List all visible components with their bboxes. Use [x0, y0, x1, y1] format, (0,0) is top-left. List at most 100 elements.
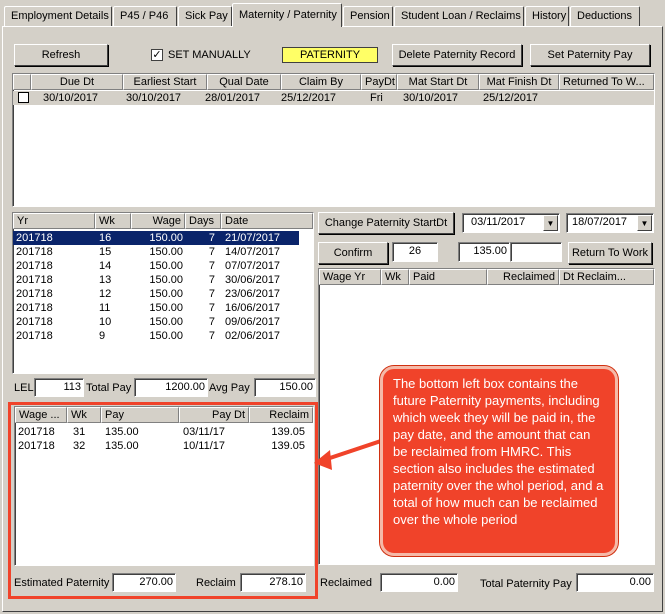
earnings-yr-cell: 201718	[16, 288, 53, 300]
due-dt-cell: 30/10/2017	[43, 92, 99, 104]
total-paternity-pay-label: Total Paternity Pay	[480, 578, 572, 590]
avg-pay-field[interactable]: 150.00	[254, 378, 316, 397]
earnings-yr-cell: 201718	[16, 302, 53, 314]
chevron-down-icon[interactable]: ▼	[543, 215, 558, 231]
payments-header-wage-yr[interactable]: Wage Yr	[319, 269, 381, 285]
tab-p45-p46[interactable]: P45 / P46	[113, 6, 177, 26]
grid-header-qual-date[interactable]: Qual Date	[207, 74, 281, 90]
table-row[interactable]: 201718 11 150.00 7 16/06/2017	[13, 301, 313, 315]
payments-header-paid[interactable]: Paid	[409, 269, 487, 285]
start-date-picker[interactable]: 03/11/2017 ▼	[462, 213, 560, 233]
payments-header-reclaimed[interactable]: Reclaimed	[487, 269, 559, 285]
chevron-down-icon[interactable]: ▼	[637, 215, 652, 231]
earnings-wk-cell: 10	[99, 316, 112, 328]
table-row[interactable]: 201718 16 150.00 7 21/07/2017	[13, 231, 299, 245]
earnings-yr-cell: 201718	[16, 274, 53, 286]
set-manually-checkbox[interactable]: ✓	[151, 49, 163, 61]
record-type-badge: PATERNITY	[282, 47, 378, 63]
grid-header-mat-finish-dt[interactable]: Mat Finish Dt	[479, 74, 559, 90]
set-paternity-pay-button[interactable]: Set Paternity Pay	[530, 44, 650, 66]
delete-paternity-record-button[interactable]: Delete Paternity Record	[392, 44, 522, 66]
start-date-value: 03/11/2017	[471, 216, 526, 228]
tab-history[interactable]: History	[525, 6, 569, 26]
total-paternity-pay-field[interactable]: 0.00	[576, 573, 654, 592]
earnings-wage-cell: 150.00	[149, 246, 183, 258]
grid-header-mat-start-dt[interactable]: Mat Start Dt	[397, 74, 479, 90]
earnings-days-cell: 7	[208, 260, 215, 272]
payments-header-dt-reclaimed[interactable]: Dt Reclaim...	[559, 269, 654, 285]
refresh-button[interactable]: Refresh	[14, 44, 108, 66]
reclaimed-field[interactable]: 0.00	[380, 573, 458, 592]
earnings-wage-cell: 150.00	[149, 232, 183, 244]
table-row[interactable]: 201718 12 150.00 7 23/06/2017	[13, 287, 313, 301]
earnings-days-cell: 7	[208, 330, 215, 342]
change-paternity-startdt-button[interactable]: Change Paternity StartDt	[318, 212, 454, 234]
earnings-header-days[interactable]: Days	[185, 213, 221, 229]
annotation-callout: The bottom left box contains the future …	[380, 366, 618, 556]
earnings-wk-cell: 9	[99, 330, 106, 342]
earnings-wage-cell: 150.00	[149, 260, 183, 272]
tab-employment-details[interactable]: Employment Details	[4, 6, 112, 26]
table-row[interactable]: 201718 13 150.00 7 30/06/2017	[13, 273, 313, 287]
confirm-button[interactable]: Confirm	[318, 242, 388, 264]
earnings-days-cell: 7	[208, 246, 215, 258]
set-manually-label: SET MANUALLY	[168, 49, 251, 61]
total-pay-field[interactable]: 1200.00	[134, 378, 208, 397]
earnings-header-yr[interactable]: Yr	[13, 213, 95, 229]
grid-header-earliest-start[interactable]: Earliest Start	[123, 74, 207, 90]
payments-header-wk[interactable]: Wk	[381, 269, 409, 285]
earnings-yr-cell: 201718	[16, 260, 53, 272]
tab-maternity-paternity[interactable]: Maternity / Paternity	[232, 3, 342, 27]
weekly-rate-field[interactable]: 135.00	[458, 242, 510, 262]
grid-header-returned-to-work[interactable]: Returned To W...	[559, 74, 654, 90]
lel-label: LEL	[14, 382, 34, 394]
earnings-yr-cell: 201718	[16, 246, 53, 258]
qual-date-cell: 28/01/2017	[205, 92, 261, 104]
lel-field[interactable]: 113	[34, 378, 84, 397]
earnings-wage-cell: 150.00	[149, 302, 183, 314]
table-row[interactable]: 201718 14 150.00 7 07/07/2017	[13, 259, 313, 273]
table-row[interactable]: 30/10/2017 30/10/2017 28/01/2017 25/12/2…	[13, 91, 654, 105]
return-to-work-button[interactable]: Return To Work	[568, 242, 652, 264]
earnings-date-cell: 21/07/2017	[225, 232, 281, 244]
earnings-header-wage[interactable]: Wage	[131, 213, 185, 229]
highlight-frame	[8, 402, 318, 599]
earnings-date-cell: 09/06/2017	[225, 316, 281, 328]
weeks-field[interactable]: 26	[392, 242, 438, 262]
total-pay-label: Total Pay	[86, 382, 132, 394]
earnings-yr-cell: 201718	[16, 330, 53, 342]
earliest-start-cell: 30/10/2017	[126, 92, 182, 104]
earnings-wk-cell: 16	[99, 232, 112, 244]
table-row[interactable]: 201718 9 150.00 7 02/06/2017	[13, 329, 313, 343]
paydt-cell: Fri	[370, 92, 383, 104]
earnings-days-cell: 7	[208, 232, 215, 244]
end-date-picker[interactable]: 18/07/2017 ▼	[566, 213, 654, 233]
earnings-yr-cell: 201718	[16, 316, 53, 328]
earnings-yr-cell: 201718	[16, 232, 53, 244]
grid-header-paydt[interactable]: PayDt	[361, 74, 397, 90]
earnings-grid[interactable]: Yr Wk Wage Days Date 201718 16 150.00 7 21/0…	[12, 212, 314, 374]
tab-deductions[interactable]: Deductions	[570, 6, 640, 26]
earnings-wk-cell: 11	[99, 302, 111, 314]
row-select-checkbox[interactable]	[18, 92, 29, 103]
tab-student-loan[interactable]: Student Loan / Reclaims	[394, 6, 524, 26]
reclaimed-label: Reclaimed	[320, 577, 372, 589]
earnings-wage-cell: 150.00	[149, 288, 183, 300]
earnings-days-cell: 7	[208, 274, 215, 286]
tab-bar: Employment Details P45 / P46 Sick Pay Ma…	[0, 0, 665, 27]
grid-header-select	[13, 74, 31, 90]
tab-pension[interactable]: Pension	[343, 6, 393, 26]
earnings-header-wk[interactable]: Wk	[95, 213, 131, 229]
earnings-header-date[interactable]: Date	[221, 213, 313, 229]
table-row[interactable]: 201718 10 150.00 7 09/06/2017	[13, 315, 313, 329]
extra-field[interactable]	[510, 242, 562, 262]
mat-finish-cell: 25/12/2017	[483, 92, 539, 104]
grid-header-due-dt[interactable]: Due Dt	[31, 74, 123, 90]
grid-header-claim-by[interactable]: Claim By	[281, 74, 361, 90]
table-row[interactable]: 201718 15 150.00 7 14/07/2017	[13, 245, 313, 259]
tab-sick-pay[interactable]: Sick Pay	[178, 6, 232, 26]
end-date-value: 18/07/2017	[572, 216, 628, 228]
earnings-date-cell: 23/06/2017	[225, 288, 281, 300]
paternity-records-grid[interactable]: Due Dt Earliest Start Qual Date Claim By…	[12, 73, 655, 207]
earnings-date-cell: 14/07/2017	[225, 246, 281, 258]
